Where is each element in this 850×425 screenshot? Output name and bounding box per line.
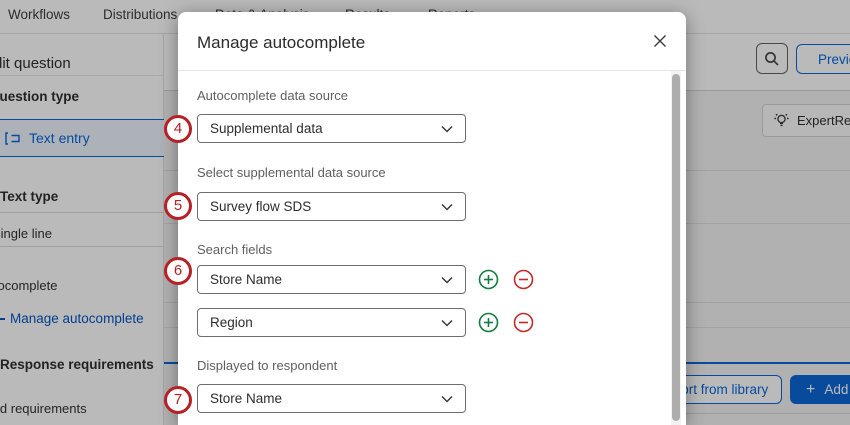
modal-close-button[interactable] (652, 33, 668, 49)
search-field-select-2[interactable]: Region (197, 308, 466, 337)
callout-4: 4 (164, 115, 192, 143)
search-field-value-1: Store Name (210, 272, 282, 287)
supplemental-source-label: Select supplemental data source (197, 165, 386, 180)
minus-circle-icon (513, 269, 534, 290)
remove-search-field-button[interactable] (513, 269, 534, 290)
plus-circle-icon (478, 269, 499, 290)
add-search-field-button[interactable] (478, 269, 499, 290)
remove-search-field-button[interactable] (513, 312, 534, 333)
supplemental-source-select[interactable]: Survey flow SDS (197, 192, 466, 221)
supplemental-source-value: Survey flow SDS (210, 199, 311, 214)
modal-header-divider (178, 70, 686, 71)
plus-circle-icon (478, 312, 499, 333)
chevron-down-icon (441, 395, 453, 403)
callout-6: 6 (164, 257, 192, 285)
autocomplete-source-value: Supplemental data (210, 121, 323, 136)
add-search-field-button[interactable] (478, 312, 499, 333)
chevron-down-icon (441, 319, 453, 327)
chevron-down-icon (441, 125, 453, 133)
close-icon (653, 34, 667, 48)
displayed-to-respondent-select[interactable]: Store Name (197, 384, 466, 413)
modal-scrollbar-thumb[interactable] (672, 74, 680, 421)
chevron-down-icon (441, 203, 453, 211)
manage-autocomplete-modal: Manage autocomplete Autocomplete data so… (178, 12, 686, 425)
search-field-value-2: Region (210, 315, 253, 330)
search-field-select-1[interactable]: Store Name (197, 265, 466, 294)
chevron-down-icon (441, 276, 453, 284)
autocomplete-source-label: Autocomplete data source (197, 88, 348, 103)
modal-title: Manage autocomplete (197, 33, 365, 53)
app-screen: Workflows Distributions Data & Analysis … (0, 0, 850, 425)
autocomplete-source-select[interactable]: Supplemental data (197, 114, 466, 143)
callout-7: 7 (164, 386, 192, 414)
displayed-to-respondent-label: Displayed to respondent (197, 358, 337, 373)
callout-5: 5 (164, 192, 192, 220)
displayed-to-respondent-value: Store Name (210, 391, 282, 406)
search-fields-label: Search fields (197, 242, 272, 257)
minus-circle-icon (513, 312, 534, 333)
